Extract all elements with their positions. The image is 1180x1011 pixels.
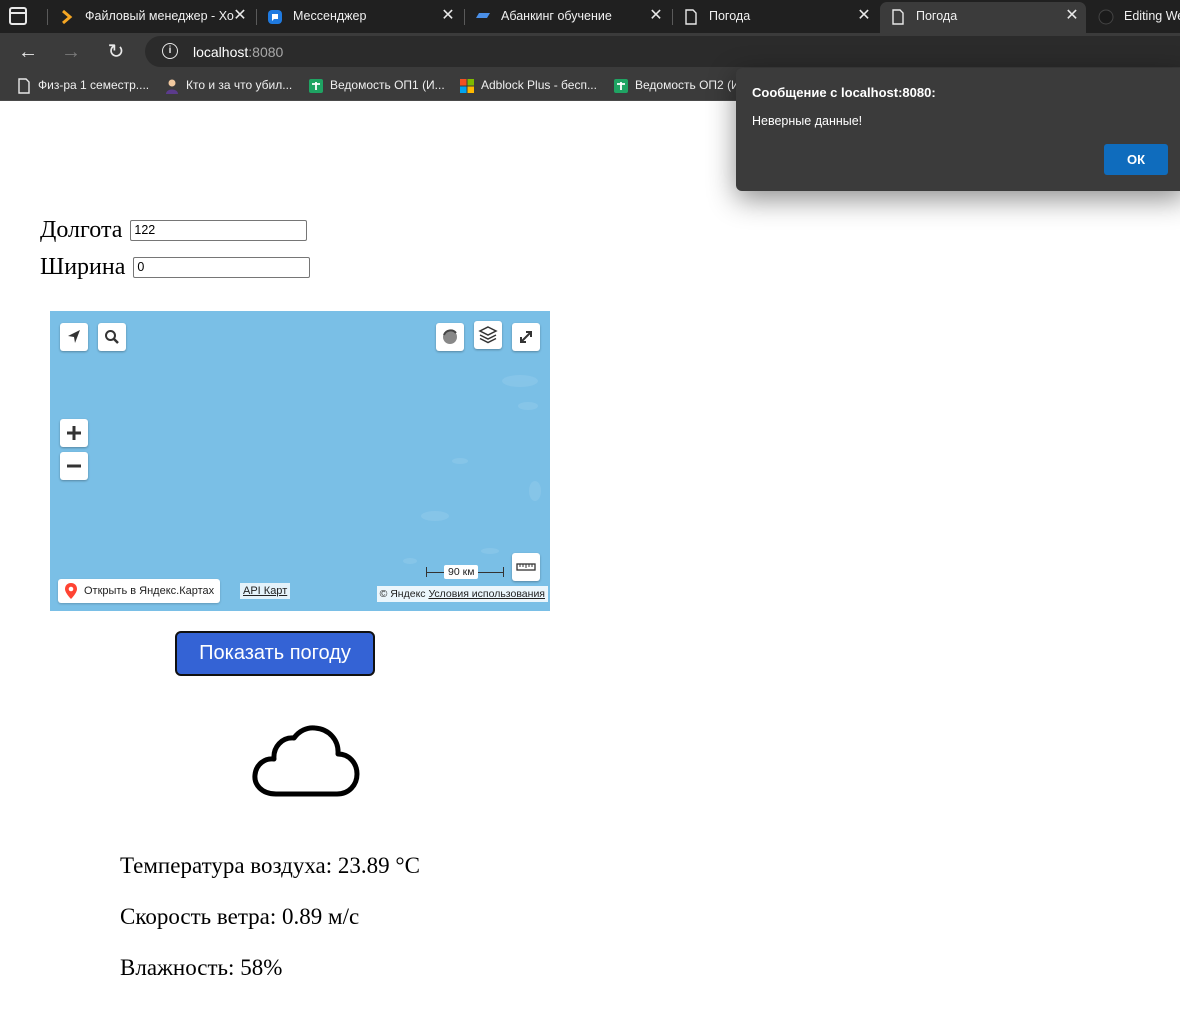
latitude-row: Ширина: [40, 253, 311, 281]
wind-speed-text: Скорость ветра: 0.89 м/с: [120, 904, 360, 929]
bookmark-label: Ведомость ОП2 (И: [635, 78, 740, 92]
chat-icon: [268, 10, 282, 24]
terms-of-use-link[interactable]: Условия использования: [428, 588, 545, 600]
url-port: :8080: [248, 44, 284, 60]
url-text: localhost:8080: [193, 44, 283, 60]
minus-icon: [67, 464, 81, 468]
open-in-maps-label: Открыть в Яндекс.Картах: [84, 585, 215, 597]
bookmark-label: Adblock Plus - бесп...: [481, 78, 597, 92]
map-search-button[interactable]: [98, 323, 126, 351]
scale-label: 90 км: [444, 565, 479, 579]
bookmark-label: Ведомость ОП1 (И...: [330, 78, 445, 92]
chevron-right-icon: [62, 9, 73, 25]
dialog-title: Сообщение с localhost:8080:: [752, 85, 936, 100]
latitude-input[interactable]: [133, 256, 311, 278]
layers-icon: [478, 326, 498, 344]
latitude-label: Ширина: [40, 253, 126, 280]
temperature-text: Температура воздуха: 23.89 °C: [120, 853, 420, 878]
stripe-logo-icon: [476, 13, 490, 18]
forward-arrow-icon[interactable]: →: [59, 40, 83, 64]
bookmark-label: Физ-ра 1 семестр....: [38, 78, 150, 92]
reload-icon[interactable]: ↻: [104, 40, 128, 64]
back-arrow-icon[interactable]: ←: [16, 40, 40, 64]
address-bar: ← → ↻ i localhost:8080: [0, 33, 1180, 70]
tab-file-manager[interactable]: Файловый менеджер - Хо ✕: [49, 0, 254, 33]
close-icon[interactable]: ✕: [231, 7, 249, 25]
page-icon: [685, 9, 697, 25]
longitude-label: Долгота: [40, 216, 123, 243]
api-maps-link[interactable]: API Карт: [240, 583, 291, 599]
tab-editing[interactable]: Editing We: [1088, 0, 1180, 33]
tab-title: Абанкинг обучение: [501, 9, 612, 23]
zoom-out-button[interactable]: [60, 452, 88, 480]
scale-tick: [426, 567, 427, 577]
geolocation-button[interactable]: [60, 323, 88, 351]
ruler-button[interactable]: [512, 553, 540, 581]
scale-tick: [503, 567, 504, 577]
close-icon[interactable]: ✕: [439, 7, 457, 25]
search-icon: [105, 330, 119, 344]
tab-weather[interactable]: Погода ✕: [673, 0, 878, 33]
tab-title: Погода: [916, 9, 958, 23]
traffic-icon: [443, 329, 457, 344]
dialog-message: Неверные данные!: [752, 114, 863, 128]
sheets-icon: [309, 79, 323, 93]
open-in-yandex-maps-link[interactable]: Открыть в Яндекс.Картах: [58, 579, 221, 603]
alert-dialog: Сообщение с localhost:8080: Неверные дан…: [736, 68, 1180, 191]
expand-icon: [520, 331, 532, 343]
ruler-icon: [516, 563, 536, 571]
zoom-in-button[interactable]: [60, 419, 88, 447]
longitude-input[interactable]: [130, 219, 308, 241]
plus-icon: [67, 426, 81, 440]
tab-messenger[interactable]: Мессенджер ✕: [257, 0, 462, 33]
tab-title: Мессенджер: [293, 9, 367, 23]
github-icon: [1098, 9, 1114, 25]
cloud-icon: [252, 725, 360, 797]
close-icon[interactable]: ✕: [1063, 7, 1081, 25]
tab-title: Editing We: [1124, 9, 1180, 23]
tab-separator: [47, 9, 48, 25]
map-copyright: © Яндекс Условия использования: [376, 586, 548, 602]
url-host: localhost: [193, 44, 249, 60]
map-scale: 90 км: [426, 565, 504, 581]
tab-abanking[interactable]: Абанкинг обучение ✕: [465, 0, 670, 33]
humidity-text: Влажность: 58%: [120, 955, 283, 980]
tab-title: Погода: [709, 9, 751, 23]
tab-actions-icon[interactable]: [9, 7, 27, 25]
location-arrow-icon: [68, 330, 80, 343]
tab-weather-active[interactable]: Погода ✕: [880, 2, 1086, 33]
page-icon: [18, 78, 30, 94]
copyright-text: © Яндекс: [379, 588, 426, 600]
yandex-map[interactable]: 90 км Открыть в Яндекс.Картах API Карт ©…: [50, 311, 550, 611]
traffic-button[interactable]: [436, 323, 464, 351]
longitude-row: Долгота: [40, 216, 308, 244]
windows-logo-icon: [460, 79, 474, 93]
ok-button[interactable]: ОК: [1104, 144, 1168, 175]
close-icon[interactable]: ✕: [647, 7, 665, 25]
tab-title: Файловый менеджер - Хо: [85, 9, 234, 23]
info-icon[interactable]: i: [162, 43, 178, 59]
fullscreen-button[interactable]: [512, 323, 540, 351]
url-field[interactable]: i localhost:8080: [145, 36, 1180, 67]
tab-bar: Файловый менеджер - Хо ✕ Мессенджер ✕ Аб…: [0, 0, 1180, 33]
close-icon[interactable]: ✕: [855, 7, 873, 25]
page-icon: [892, 9, 904, 25]
layers-button[interactable]: [474, 321, 502, 349]
sheets-icon: [614, 79, 628, 93]
bookmark-label: Кто и за что убил...: [186, 78, 293, 92]
map-pin-icon: [65, 583, 77, 599]
show-weather-button[interactable]: Показать погоду: [175, 631, 375, 676]
person-icon: [166, 79, 178, 94]
